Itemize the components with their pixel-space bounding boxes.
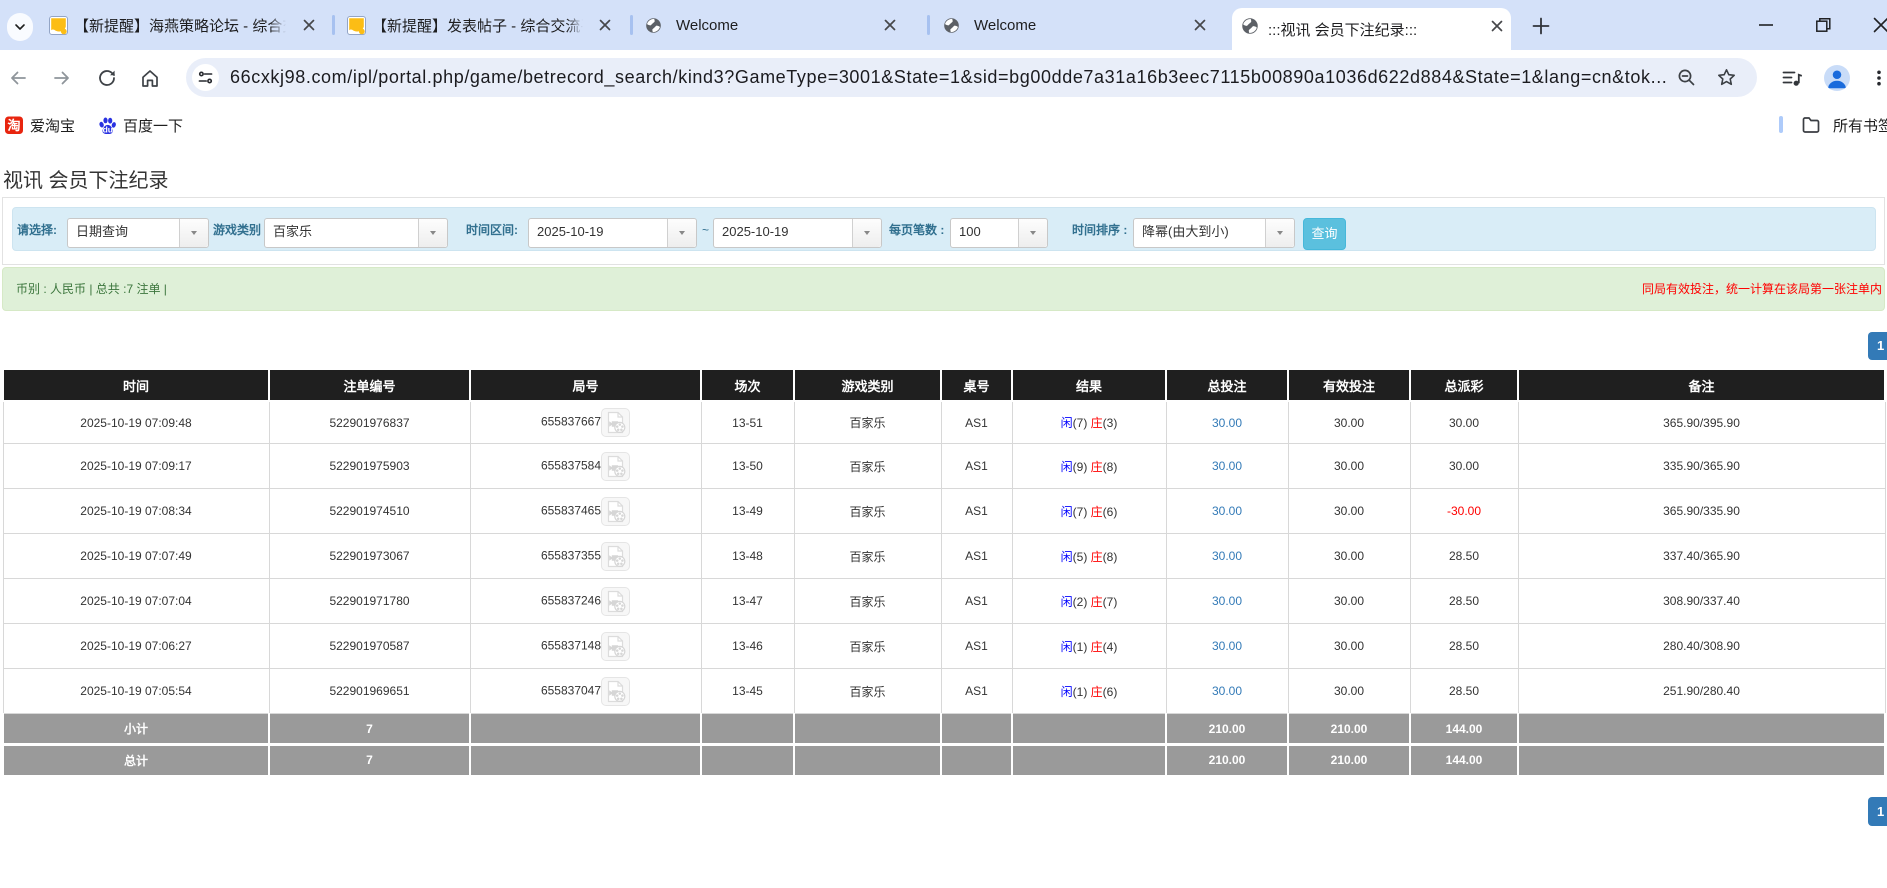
svg-text:淘: 淘 (7, 118, 20, 133)
svg-text:du: du (103, 124, 113, 134)
